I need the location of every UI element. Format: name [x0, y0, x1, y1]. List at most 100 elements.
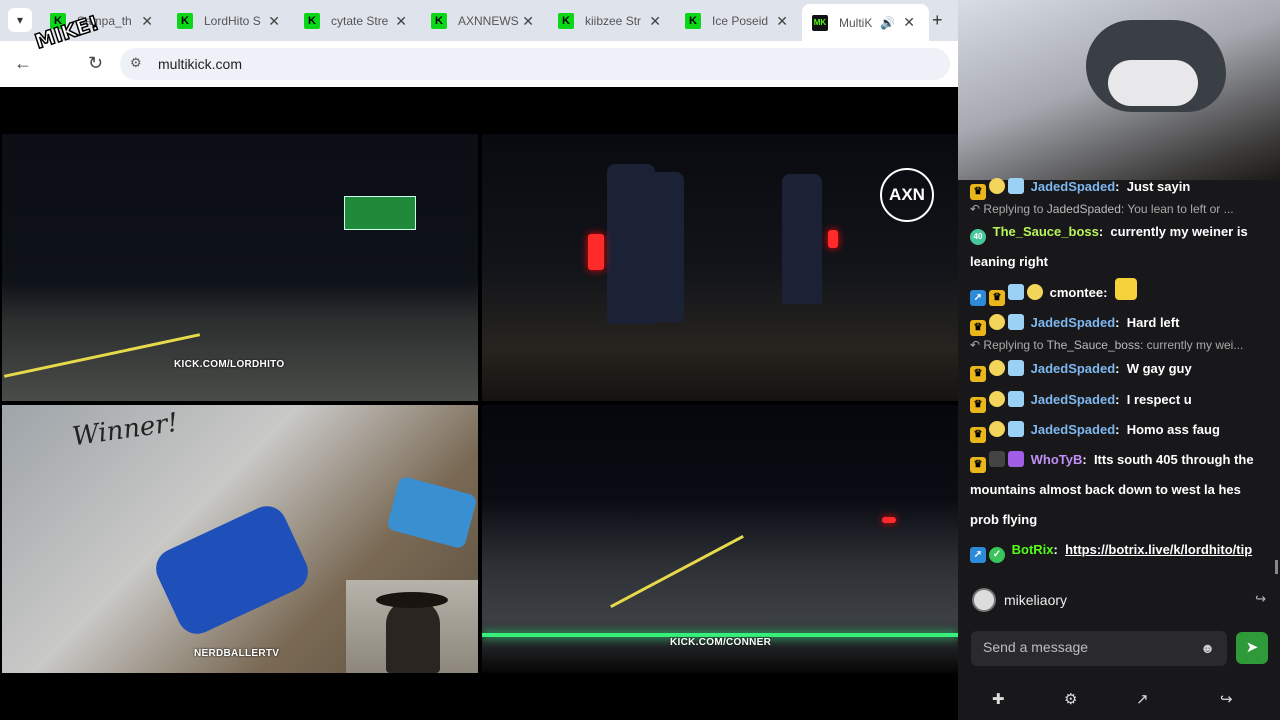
tab-title: MultiK: [839, 15, 873, 30]
chat-message: ➚ ✓ BotRix: https://botrix.live/k/lordhit…: [970, 535, 1252, 565]
pet-camera: [958, 0, 1280, 180]
chat-username[interactable]: The_Sauce_boss: [993, 224, 1099, 239]
sub-badge-icon: [1027, 284, 1043, 300]
reply-arrow-icon: ↶: [970, 338, 981, 352]
road-line: [610, 534, 744, 609]
stream-axnnews[interactable]: AXN: [482, 134, 958, 401]
speaker-icon[interactable]: 🔊: [880, 16, 895, 30]
crown-badge-icon: ♛: [989, 290, 1005, 306]
chat-message: ♛ WhoTyB: Itts south 405 through the: [970, 445, 1254, 475]
gift-badge-icon: [1008, 451, 1024, 467]
reply-context[interactable]: ↶ Replying to JadedSpaded: You lean to l…: [970, 201, 1234, 217]
stream-watermark: KICK.COM/LORDHITO: [174, 359, 285, 370]
logout-icon[interactable]: ↪: [1220, 690, 1233, 708]
chat-username[interactable]: BotRix: [1012, 542, 1054, 557]
close-tab-icon[interactable]: ✕: [776, 13, 788, 30]
tab-multikick[interactable]: MK MultiK 🔊 ✕: [802, 4, 929, 41]
tab-cytate[interactable]: K cytate Stre ✕: [294, 5, 421, 37]
gift-badge-icon: [1008, 391, 1024, 407]
tab-axnnews[interactable]: K AXNNEWS ✕: [421, 5, 548, 37]
chat-username[interactable]: JadedSpaded: [1031, 422, 1116, 437]
multikick-favicon-icon: MK: [812, 14, 828, 31]
chat-username[interactable]: JadedSpaded: [1031, 361, 1116, 376]
add-user-icon[interactable]: ✚: [992, 690, 1005, 708]
chat-scrollbar[interactable]: [1275, 560, 1278, 574]
chat-message-input[interactable]: [983, 639, 1193, 655]
cat-white-fur: [1108, 60, 1198, 106]
streamer-webcam: [346, 580, 478, 673]
current-username: mikeliaory: [1004, 592, 1068, 608]
crown-badge-icon: ♛: [970, 457, 986, 473]
stream-lordhito[interactable]: KICK.COM/LORDHITO: [2, 134, 478, 401]
streamer-figure: [386, 600, 440, 673]
chat-input-box: ☻: [971, 631, 1227, 666]
stream-conner[interactable]: KICK.COM/CONNER: [482, 405, 958, 673]
reload-icon[interactable]: ↻: [88, 53, 103, 74]
bot-badge-icon: ➚: [970, 547, 986, 563]
reply-user: JadedSpaded: [1046, 202, 1121, 216]
address-bar[interactable]: ⚙ multikick.com: [120, 48, 950, 80]
kick-favicon-icon: K: [304, 13, 320, 29]
multistream-grid: KICK.COM/LORDHITO AXN Winner! NERDBALLER…: [0, 87, 958, 720]
kick-favicon-icon: K: [177, 13, 193, 29]
tab-title: cytate Stre: [331, 14, 389, 28]
sub-badge-icon: [989, 391, 1005, 407]
emoji-icon[interactable]: ☻: [1200, 640, 1215, 656]
chat-username[interactable]: JadedSpaded: [1031, 179, 1116, 194]
close-tab-icon[interactable]: ✕: [268, 13, 280, 30]
blue-tarp: [386, 475, 478, 550]
tab-lordhito[interactable]: K LordHito S ✕: [167, 5, 294, 37]
reply-prefix: Replying to: [983, 338, 1044, 352]
tab-strip: ▾ K Sampa_th ✕ K LordHito S ✕ K cytate S…: [0, 0, 958, 41]
chat-message: ♛ JadedSpaded: Just sayin: [970, 172, 1190, 202]
stream-nerdballertv[interactable]: Winner! NERDBALLERTV: [2, 405, 478, 673]
site-settings-icon[interactable]: ⚙: [130, 55, 142, 71]
chat-text: currently my weiner is: [1110, 224, 1248, 239]
reply-context[interactable]: ↶ Replying to The_Sauce_boss: currently …: [970, 337, 1243, 353]
share-icon[interactable]: ↗: [1136, 690, 1149, 708]
chat-username[interactable]: cmontee: [1050, 285, 1103, 300]
chat-username[interactable]: JadedSpaded: [1031, 315, 1116, 330]
chat-message: ♛ JadedSpaded: I respect u: [970, 385, 1192, 415]
kick-favicon-icon: K: [685, 13, 701, 29]
new-tab-button[interactable]: +: [932, 10, 943, 31]
chat-text: Itts south 405 through the: [1093, 452, 1254, 467]
close-tab-icon[interactable]: ✕: [141, 13, 153, 30]
back-arrow-icon[interactable]: ←: [14, 53, 32, 74]
close-tab-icon[interactable]: ✕: [649, 13, 661, 30]
tab-search-button[interactable]: ▾: [8, 8, 32, 32]
chat-message: ♛ JadedSpaded: Hard left: [970, 308, 1179, 338]
tab-kiibzee[interactable]: K kiibzee Str ✕: [548, 5, 675, 37]
chat-text: I respect u: [1126, 392, 1192, 407]
crown-badge-icon: ♛: [970, 427, 986, 443]
close-tab-icon[interactable]: ✕: [522, 13, 534, 30]
pikachu-emote-icon: [1114, 278, 1137, 300]
sub-badge-icon: [989, 314, 1005, 330]
chat-message: 40 The_Sauce_boss: currently my weiner i…: [970, 217, 1248, 247]
chat-message: ♛ JadedSpaded: Homo ass faug: [970, 415, 1220, 445]
sleeping-bag: [149, 499, 315, 641]
kick-favicon-icon: K: [558, 13, 574, 29]
tab-title: Ice Poseid: [712, 14, 769, 28]
chat-username[interactable]: JadedSpaded: [1031, 392, 1116, 407]
crown-badge-icon: ♛: [970, 366, 986, 382]
tab-title: AXNNEWS: [458, 14, 519, 28]
grid-badge-icon: [1008, 284, 1024, 300]
tab-iceposeidon[interactable]: K Ice Poseid ✕: [675, 5, 802, 37]
chat-message: ➚ ♛ cmontee:: [970, 278, 1140, 308]
axn-news-logo: AXN: [880, 168, 934, 222]
url-text: multikick.com: [158, 56, 243, 72]
avatar-badge-icon: [989, 451, 1005, 467]
sign-out-icon[interactable]: ↪: [1255, 591, 1266, 607]
tail-light: [828, 230, 838, 248]
avatar[interactable]: [972, 588, 996, 612]
chat-link[interactable]: https://botrix.live/k/lordhito/tip: [1065, 542, 1252, 557]
close-tab-icon[interactable]: ✕: [903, 14, 915, 31]
forty-badge-icon: 40: [970, 229, 986, 245]
crown-badge-icon: ♛: [970, 320, 986, 336]
close-tab-icon[interactable]: ✕: [395, 13, 407, 30]
send-button[interactable]: ➤: [1236, 632, 1268, 664]
gift-badge-icon: [1008, 178, 1024, 194]
gear-icon[interactable]: ⚙: [1064, 690, 1077, 708]
chat-username[interactable]: WhoTyB: [1031, 452, 1083, 467]
